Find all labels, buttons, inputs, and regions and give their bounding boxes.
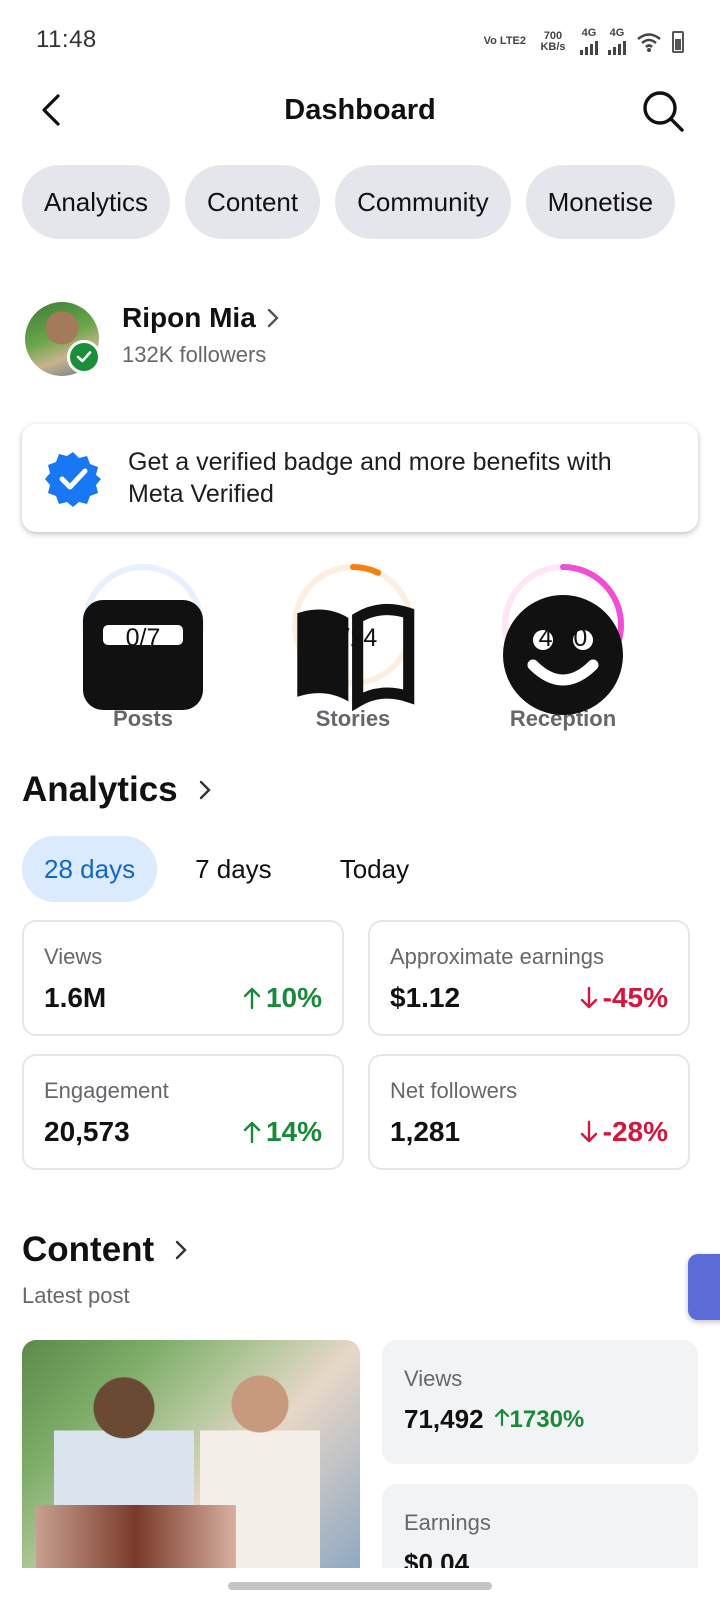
verified-badge-icon: [45, 452, 101, 507]
stories-value: 1/14: [328, 624, 378, 652]
calendar-icon: [83, 600, 203, 710]
goal-posts[interactable]: 0/7 Posts: [78, 560, 208, 732]
top-bar: Dashboard: [0, 80, 720, 140]
book-icon: [297, 603, 415, 712]
arrow-down-icon: [580, 986, 597, 1009]
home-indicator[interactable]: [228, 1582, 492, 1590]
post-stat-label: Views: [404, 1366, 463, 1391]
chevron-right-icon: [176, 1240, 187, 1260]
content-title: Content: [22, 1230, 155, 1269]
range-tab-today[interactable]: Today: [318, 836, 431, 902]
battery-icon: [672, 30, 684, 53]
metric-label: Approximate earnings: [390, 944, 605, 969]
metric-value: $1.12: [390, 982, 461, 1013]
goal-rings: 0/7 Posts 1/14 Stories 4/10 Reception: [0, 560, 720, 732]
arrow-up-icon: [243, 987, 261, 1010]
network-speed: 700 KB/s: [540, 29, 566, 53]
metric-net-followers[interactable]: Net followers 1,281 -28%: [368, 1054, 690, 1170]
chevron-right-icon: [199, 780, 211, 800]
profile-row[interactable]: Ripon Mia 132K followers: [25, 300, 425, 380]
chip-analytics[interactable]: Analytics: [22, 165, 171, 239]
content-subtitle: Latest post: [22, 1283, 130, 1308]
search-button[interactable]: [640, 88, 686, 134]
chevron-right-icon: [267, 308, 279, 328]
arrow-down-icon: [580, 1120, 597, 1143]
post-stat-change: 1730%: [494, 1406, 584, 1434]
arrow-up-icon: [243, 1121, 261, 1144]
status-icons: Vo LTE2 700 KB/s 4G 4G: [484, 28, 684, 55]
metric-engagement[interactable]: Engagement 20,573 14%: [22, 1054, 344, 1170]
status-bar: 11:48 Vo LTE2 700 KB/s 4G 4G: [0, 0, 720, 80]
arrow-up-icon: [494, 1408, 509, 1426]
chip-content[interactable]: Content: [185, 165, 321, 239]
smiley-icon: [503, 595, 623, 715]
page-title: Dashboard: [284, 94, 436, 126]
section-chips: Analytics Content Community Monetise: [22, 165, 676, 239]
posts-value: 0/7: [125, 624, 161, 652]
metric-change: 14%: [242, 1116, 322, 1148]
goal-reception[interactable]: 4/10 Reception: [498, 560, 628, 732]
metric-label: Engagement: [44, 1078, 169, 1103]
metric-change: -28%: [579, 1116, 668, 1148]
metric-change: -45%: [579, 982, 668, 1014]
analytics-title: Analytics: [22, 770, 178, 809]
range-tabs: 28 days 7 days Today: [22, 836, 445, 902]
thumb-inset-image: [36, 1505, 236, 1570]
post-stat-label: Earnings: [404, 1510, 491, 1535]
chip-monetise[interactable]: Monetise: [525, 165, 676, 239]
verified-banner-text: Get a verified badge and more benefits w…: [128, 448, 612, 508]
volte-indicator: Vo LTE2: [483, 35, 526, 47]
analytics-heading[interactable]: Analytics: [22, 770, 212, 810]
post-stat-value: 71,492 1730%: [404, 1404, 585, 1434]
follower-count: 132K followers: [122, 342, 267, 367]
metric-change: 10%: [242, 982, 322, 1014]
reception-value: 4/10: [538, 624, 588, 652]
metric-approximate-earnings[interactable]: Approximate earnings $1.12 -45%: [368, 920, 690, 1036]
floating-action-button[interactable]: [688, 1254, 720, 1320]
range-tab-28-days[interactable]: 28 days: [22, 836, 158, 902]
metric-value: 20,573: [44, 1116, 130, 1147]
goal-stories[interactable]: 1/14 Stories: [288, 560, 418, 732]
profile-name-text: Ripon Mia: [122, 302, 256, 333]
metric-label: Net followers: [390, 1078, 518, 1103]
range-tab-7-days[interactable]: 7 days: [173, 836, 294, 902]
chip-community[interactable]: Community: [335, 165, 511, 239]
metric-label: Views: [44, 944, 103, 969]
latest-post-thumbnail[interactable]: [22, 1340, 360, 1570]
status-time: 11:48: [36, 26, 97, 53]
metric-value: 1,281: [390, 1116, 461, 1147]
verified-check-icon: [67, 340, 101, 374]
content-heading[interactable]: Content: [22, 1230, 188, 1270]
signal-1-icon: 4G: [580, 28, 598, 55]
metric-views[interactable]: Views 1.6M 10%: [22, 920, 344, 1036]
profile-name[interactable]: Ripon Mia: [122, 302, 280, 334]
metric-value: 1.6M: [44, 982, 107, 1013]
signal-2-icon: 4G: [608, 28, 626, 55]
meta-verified-banner[interactable]: Get a verified badge and more benefits w…: [22, 424, 698, 532]
wifi-icon: [637, 32, 661, 52]
post-stat-views[interactable]: Views 71,492 1730%: [382, 1340, 698, 1464]
